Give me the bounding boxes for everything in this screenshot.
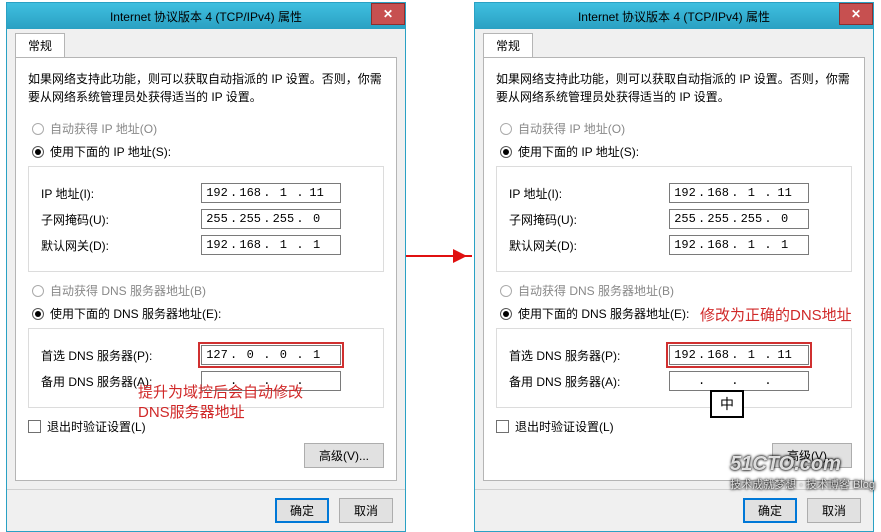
tcpip-properties-dialog-right: Internet 协议版本 4 (TCP/IPv4) 属性 ✕ 常规 如果网络支… xyxy=(474,2,874,532)
advanced-button[interactable]: 高级(V)... xyxy=(772,443,852,468)
gateway-input[interactable]: 192. 168. 1. 1 xyxy=(669,235,809,255)
radio-manual-ip[interactable]: 使用下面的 IP 地址(S): xyxy=(32,143,384,160)
radio-manual-dns-label: 使用下面的 DNS 服务器地址(E): xyxy=(518,305,689,322)
ip-address-input[interactable]: 192. 168. 1. 11 xyxy=(201,183,341,203)
alternate-dns-label: 备用 DNS 服务器(A): xyxy=(41,373,201,390)
cancel-button[interactable]: 取消 xyxy=(807,498,861,523)
radio-icon xyxy=(500,146,512,158)
alternate-dns-row: 备用 DNS 服务器(A): . . . xyxy=(509,371,839,391)
validate-row[interactable]: 退出时验证设置(L) xyxy=(28,418,384,435)
arrow-icon xyxy=(406,255,472,257)
radio-manual-dns[interactable]: 使用下面的 DNS 服务器地址(E): xyxy=(32,305,384,322)
cancel-button[interactable]: 取消 xyxy=(339,498,393,523)
radio-icon xyxy=(32,285,44,297)
preferred-dns-label: 首选 DNS 服务器(P): xyxy=(41,347,201,364)
gateway-input[interactable]: 192. 168. 1. 1 xyxy=(201,235,341,255)
ip-group: IP 地址(I): 192. 168. 1. 11 子网掩码(U): 255. … xyxy=(496,166,852,272)
radio-manual-dns-label: 使用下面的 DNS 服务器地址(E): xyxy=(50,305,221,322)
titlebar[interactable]: Internet 协议版本 4 (TCP/IPv4) 属性 ✕ xyxy=(7,3,405,29)
close-button[interactable]: ✕ xyxy=(371,3,405,25)
close-icon: ✕ xyxy=(383,7,393,21)
tab-general[interactable]: 常规 xyxy=(483,33,533,57)
radio-manual-dns[interactable]: 使用下面的 DNS 服务器地址(E): xyxy=(500,305,852,322)
ok-button[interactable]: 确定 xyxy=(743,498,797,523)
radio-auto-dns: 自动获得 DNS 服务器地址(B) xyxy=(500,282,852,299)
radio-icon xyxy=(500,285,512,297)
tcpip-properties-dialog-left: Internet 协议版本 4 (TCP/IPv4) 属性 ✕ 常规 如果网络支… xyxy=(6,2,406,532)
radio-icon xyxy=(32,308,44,320)
validate-label: 退出时验证设置(L) xyxy=(47,418,146,435)
close-icon: ✕ xyxy=(851,7,861,21)
window-title: Internet 协议版本 4 (TCP/IPv4) 属性 xyxy=(7,8,405,25)
radio-auto-dns: 自动获得 DNS 服务器地址(B) xyxy=(32,282,384,299)
radio-icon xyxy=(32,123,44,135)
radio-auto-dns-label: 自动获得 DNS 服务器地址(B) xyxy=(518,282,674,299)
gateway-label: 默认网关(D): xyxy=(41,237,201,254)
ime-char: 中 xyxy=(720,394,734,414)
alternate-dns-input[interactable]: . . . xyxy=(201,371,341,391)
subnet-mask-label: 子网掩码(U): xyxy=(41,211,201,228)
ip-address-label: IP 地址(I): xyxy=(509,185,669,202)
window-title: Internet 协议版本 4 (TCP/IPv4) 属性 xyxy=(475,8,873,25)
radio-auto-ip-label: 自动获得 IP 地址(O) xyxy=(50,120,157,137)
subnet-mask-label: 子网掩码(U): xyxy=(509,211,669,228)
titlebar[interactable]: Internet 协议版本 4 (TCP/IPv4) 属性 ✕ xyxy=(475,3,873,29)
ime-indicator: 中 xyxy=(710,390,744,418)
radio-auto-ip[interactable]: 自动获得 IP 地址(O) xyxy=(32,120,384,137)
subnet-mask-input[interactable]: 255. 255. 255. 0 xyxy=(669,209,809,229)
radio-icon xyxy=(500,308,512,320)
ip-group: IP 地址(I): 192. 168. 1. 11 子网掩码(U): 255. … xyxy=(28,166,384,272)
ip-address-row: IP 地址(I): 192. 168. 1. 11 xyxy=(41,183,371,203)
radio-auto-ip[interactable]: 自动获得 IP 地址(O) xyxy=(500,120,852,137)
radio-manual-ip[interactable]: 使用下面的 IP 地址(S): xyxy=(500,143,852,160)
gateway-label: 默认网关(D): xyxy=(509,237,669,254)
dialog-buttons: 确定 取消 xyxy=(475,489,873,531)
tab-strip: 常规 xyxy=(7,29,405,57)
ip-address-input[interactable]: 192. 168. 1. 11 xyxy=(669,183,809,203)
subnet-mask-input[interactable]: 255. 255. 255. 0 xyxy=(201,209,341,229)
alternate-dns-label: 备用 DNS 服务器(A): xyxy=(509,373,669,390)
radio-manual-ip-label: 使用下面的 IP 地址(S): xyxy=(50,143,171,160)
preferred-dns-input[interactable]: 192. 168. 1. 11 xyxy=(669,345,809,365)
gateway-row: 默认网关(D): 192. 168. 1. 1 xyxy=(509,235,839,255)
general-pane: 如果网络支持此功能，则可以获取自动指派的 IP 设置。否则，你需要从网络系统管理… xyxy=(483,57,865,481)
dns-group: 首选 DNS 服务器(P): 127. 0. 0. 1 备用 DNS 服务器(A… xyxy=(28,328,384,408)
preferred-dns-row: 首选 DNS 服务器(P): 192. 168. 1. 11 xyxy=(509,345,839,365)
dialog-buttons: 确定 取消 xyxy=(7,489,405,531)
close-button[interactable]: ✕ xyxy=(839,3,873,25)
preferred-dns-input[interactable]: 127. 0. 0. 1 xyxy=(201,345,341,365)
validate-checkbox[interactable] xyxy=(496,420,509,433)
radio-icon xyxy=(500,123,512,135)
ip-address-label: IP 地址(I): xyxy=(41,185,201,202)
radio-manual-ip-label: 使用下面的 IP 地址(S): xyxy=(518,143,639,160)
ip-address-row: IP 地址(I): 192. 168. 1. 11 xyxy=(509,183,839,203)
validate-label: 退出时验证设置(L) xyxy=(515,418,614,435)
subnet-mask-row: 子网掩码(U): 255. 255. 255. 0 xyxy=(41,209,371,229)
validate-checkbox[interactable] xyxy=(28,420,41,433)
tab-strip: 常规 xyxy=(475,29,873,57)
advanced-button[interactable]: 高级(V)... xyxy=(304,443,384,468)
preferred-dns-row: 首选 DNS 服务器(P): 127. 0. 0. 1 xyxy=(41,345,371,365)
tab-general[interactable]: 常规 xyxy=(15,33,65,57)
description-text: 如果网络支持此功能，则可以获取自动指派的 IP 设置。否则，你需要从网络系统管理… xyxy=(28,70,384,106)
alternate-dns-row: 备用 DNS 服务器(A): . . . xyxy=(41,371,371,391)
ok-button[interactable]: 确定 xyxy=(275,498,329,523)
general-pane: 如果网络支持此功能，则可以获取自动指派的 IP 设置。否则，你需要从网络系统管理… xyxy=(15,57,397,481)
radio-auto-dns-label: 自动获得 DNS 服务器地址(B) xyxy=(50,282,206,299)
dns-group: 首选 DNS 服务器(P): 192. 168. 1. 11 备用 DNS 服务… xyxy=(496,328,852,408)
validate-row[interactable]: 退出时验证设置(L) xyxy=(496,418,852,435)
description-text: 如果网络支持此功能，则可以获取自动指派的 IP 设置。否则，你需要从网络系统管理… xyxy=(496,70,852,106)
radio-icon xyxy=(32,146,44,158)
gateway-row: 默认网关(D): 192. 168. 1. 1 xyxy=(41,235,371,255)
subnet-mask-row: 子网掩码(U): 255. 255. 255. 0 xyxy=(509,209,839,229)
radio-auto-ip-label: 自动获得 IP 地址(O) xyxy=(518,120,625,137)
preferred-dns-label: 首选 DNS 服务器(P): xyxy=(509,347,669,364)
alternate-dns-input[interactable]: . . . xyxy=(669,371,809,391)
